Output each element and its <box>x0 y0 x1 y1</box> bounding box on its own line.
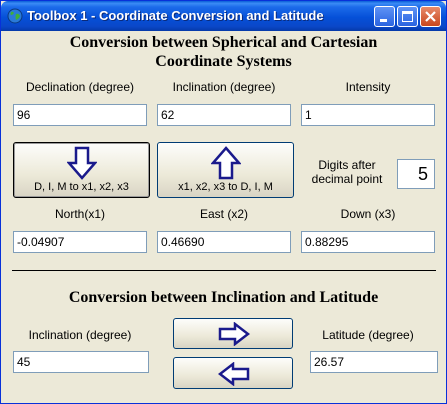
inclination-field[interactable]: 62 <box>157 104 291 126</box>
section2-title: Conversion between Inclination and Latit… <box>68 289 379 306</box>
inclination-label: Inclination (degree) <box>172 80 276 94</box>
section1-title-line1: Conversion between Spherical and Cartesi… <box>69 34 378 51</box>
intensity-field[interactable]: 1 <box>301 104 435 126</box>
window-title: Toolbox 1 - Coordinate Conversion and La… <box>27 8 324 23</box>
declination-field[interactable]: 96 <box>13 104 147 126</box>
latitude-to-inclination-button[interactable] <box>173 357 293 389</box>
arrow-up-icon <box>211 146 241 180</box>
east-label: East (x2) <box>199 207 248 221</box>
minimize-button[interactable] <box>374 6 395 27</box>
digits-label-line2: decimal point <box>311 172 383 186</box>
to-cartesian-label: D, I, M to x1, x2, x3 <box>34 181 129 193</box>
to-spherical-button[interactable]: x1, x2, x3 to D, I, M <box>157 142 294 198</box>
section-divider <box>12 270 436 273</box>
section2-inclination-field[interactable]: 45 <box>13 351 149 373</box>
maximize-button[interactable] <box>397 6 418 27</box>
to-cartesian-button[interactable]: D, I, M to x1, x2, x3 <box>13 142 150 198</box>
section1-title-line2: Coordinate Systems <box>155 53 292 70</box>
digits-label-line1: Digits after <box>318 158 376 172</box>
arrow-left-icon <box>218 362 250 386</box>
app-window: Toolbox 1 - Coordinate Conversion and La… <box>0 0 447 404</box>
arrow-down-icon <box>67 146 97 180</box>
intensity-label: Intensity <box>345 80 391 94</box>
down-label: Down (x3) <box>340 207 396 221</box>
to-spherical-label: x1, x2, x3 to D, I, M <box>178 181 273 193</box>
globe-icon[interactable] <box>7 8 23 24</box>
close-button[interactable] <box>420 6 441 27</box>
north-field[interactable]: -0.04907 <box>13 231 147 253</box>
north-label: North(x1) <box>54 207 105 221</box>
client-area: Conversion between Spherical and Cartesi… <box>5 31 442 401</box>
down-field[interactable]: 0.88295 <box>301 231 435 253</box>
arrow-right-icon <box>218 322 250 346</box>
east-field[interactable]: 0.46690 <box>157 231 291 253</box>
digits-field[interactable]: 5 <box>397 159 435 189</box>
section2-inclination-label: Inclination (degree) <box>28 328 132 342</box>
inclination-to-latitude-button[interactable] <box>173 318 293 349</box>
latitude-field[interactable]: 26.57 <box>310 351 438 373</box>
title-bar[interactable]: Toolbox 1 - Coordinate Conversion and La… <box>1 1 446 31</box>
latitude-label: Latitude (degree) <box>322 328 414 342</box>
declination-label: Declination (degree) <box>25 80 135 94</box>
